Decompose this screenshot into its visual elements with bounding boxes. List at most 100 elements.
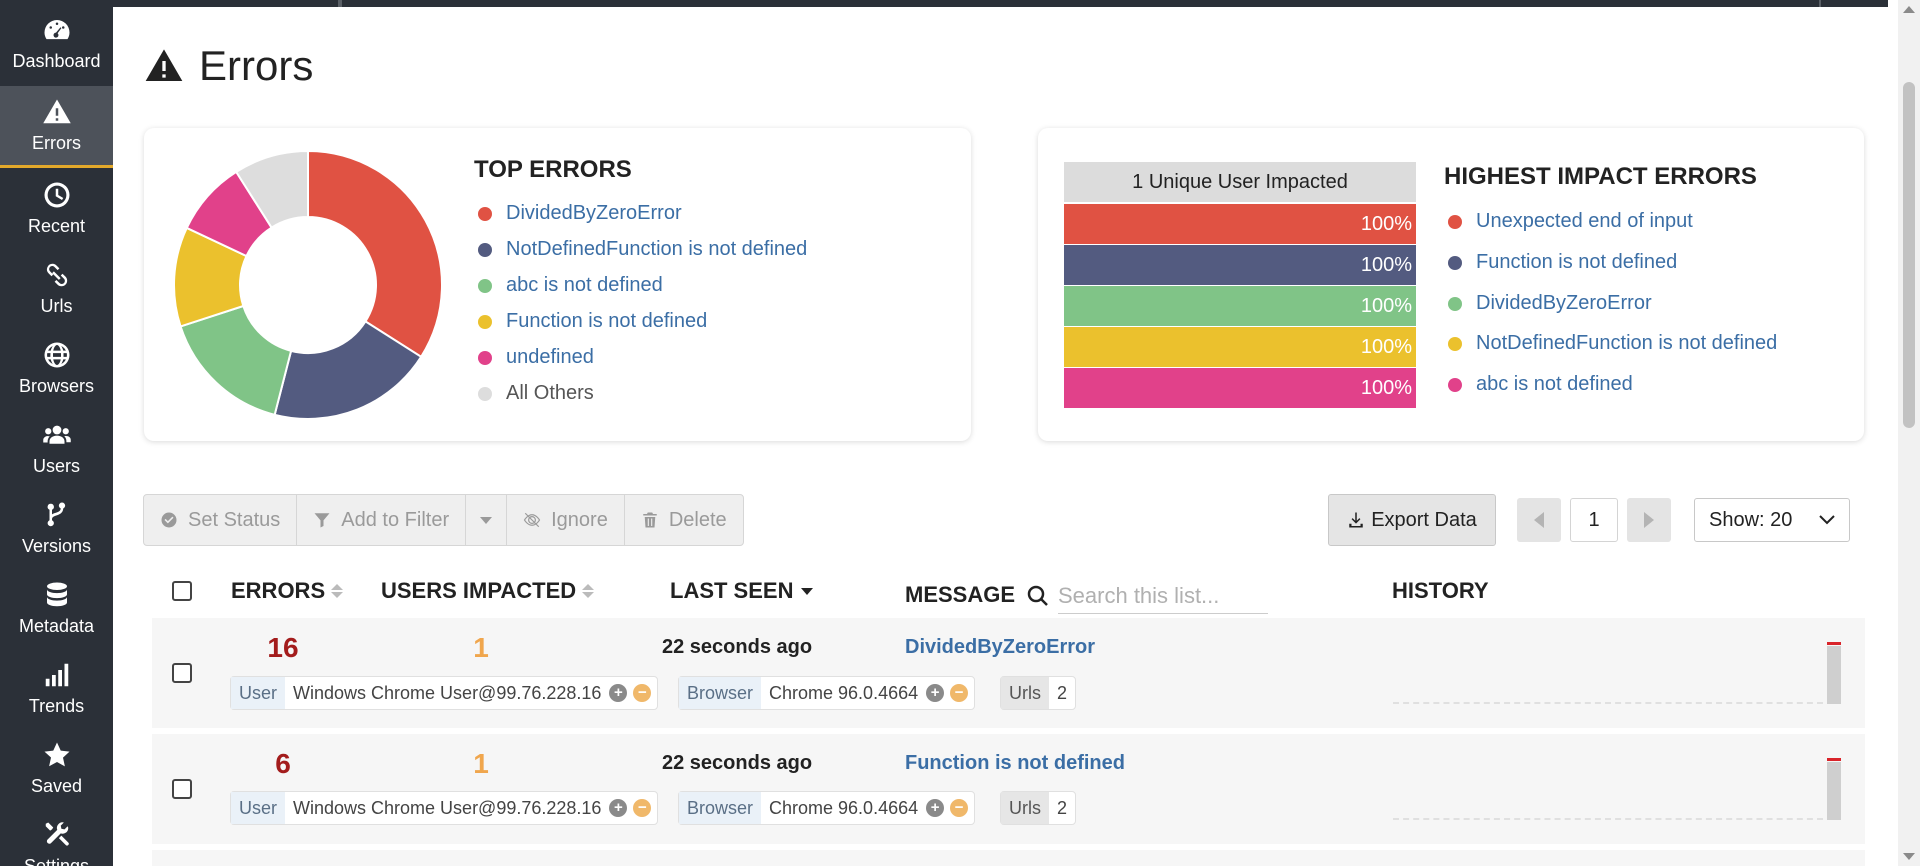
sidebar-item-errors[interactable]: Errors xyxy=(0,86,113,168)
legend-dot xyxy=(478,350,492,365)
add-filter-icon[interactable]: + xyxy=(926,799,945,817)
row-checkbox[interactable] xyxy=(172,779,192,799)
legend-label: abc is not defined xyxy=(1476,373,1633,395)
users-impacted-count: 1 xyxy=(473,632,489,663)
sidebar-item-versions[interactable]: Versions xyxy=(0,488,113,568)
urls-tag[interactable]: Urls 2 xyxy=(1000,676,1077,710)
impact-legend-item[interactable]: NotDefinedFunction is not defined xyxy=(1448,332,1777,355)
impact-legend-item[interactable]: DividedByZeroError xyxy=(1448,292,1652,315)
top-errors-legend-item[interactable]: DividedByZeroError xyxy=(478,202,682,225)
bulk-actions-toolbar: Set Status Add to Filter Ignore Delete xyxy=(143,494,744,546)
scroll-up-icon[interactable] xyxy=(1903,6,1915,13)
history-baseline xyxy=(1393,702,1823,704)
scrollbar-thumb[interactable] xyxy=(1903,82,1915,428)
impact-legend-item[interactable]: Unexpected end of input xyxy=(1448,210,1693,233)
sidebar-item-trends[interactable]: Trends xyxy=(0,648,113,728)
legend-dot xyxy=(478,206,492,221)
top-errors-legend-item[interactable]: undefined xyxy=(478,346,594,369)
tag-value: Chrome 96.0.4664 xyxy=(769,797,919,818)
export-data-button[interactable]: Export Data xyxy=(1328,494,1496,546)
legend-label: DividedByZeroError xyxy=(1476,292,1652,314)
table-row[interactable]: 16 1 22 seconds ago DividedByZeroError U… xyxy=(152,618,1865,728)
urls-tag[interactable]: Urls 2 xyxy=(1000,791,1077,825)
chevron-down-icon xyxy=(480,516,493,524)
chevron-left-icon xyxy=(1534,512,1544,528)
prev-page-button[interactable] xyxy=(1517,498,1561,542)
tag-key: User xyxy=(231,792,286,824)
sidebar-item-saved[interactable]: Saved xyxy=(0,728,113,808)
search-input[interactable] xyxy=(1058,578,1268,614)
delete-button[interactable]: Delete xyxy=(625,495,743,545)
donut-slice-0[interactable] xyxy=(307,150,443,359)
add-to-filter-dropdown-button[interactable] xyxy=(466,495,508,545)
ignore-button[interactable]: Ignore xyxy=(507,495,625,545)
error-count: 6 xyxy=(275,748,291,779)
top-errors-legend-item[interactable]: Function is not defined xyxy=(478,310,707,333)
delete-label: Delete xyxy=(668,508,727,531)
sidebar-item-label: Versions xyxy=(21,535,92,556)
tag-key: Browser xyxy=(679,792,762,824)
sidebar-item-browsers[interactable]: Browsers xyxy=(0,328,113,408)
legend-dot xyxy=(478,314,492,329)
top-errors-legend-item: All Others xyxy=(478,382,594,405)
page-size-select[interactable]: Show: 20 xyxy=(1694,498,1850,542)
top-errors-legend-item[interactable]: abc is not defined xyxy=(478,274,663,297)
error-message-link[interactable]: DividedByZeroError xyxy=(905,636,1095,659)
link-icon xyxy=(46,263,67,286)
column-header-last-seen[interactable]: LAST SEEN xyxy=(670,578,814,604)
page-title: Errors xyxy=(143,42,313,90)
sidebar-item-label: Metadata xyxy=(18,615,95,636)
legend-label: Unexpected end of input xyxy=(1476,210,1693,232)
impact-legend-item[interactable]: abc is not defined xyxy=(1448,373,1633,396)
donut-slice-2[interactable] xyxy=(179,304,293,417)
sidebar-item-recent[interactable]: Recent xyxy=(0,168,113,248)
sidebar-item-users[interactable]: Users xyxy=(0,408,113,488)
add-filter-icon[interactable]: + xyxy=(926,684,945,702)
exclude-filter-icon[interactable]: − xyxy=(633,684,652,702)
tag-value: 2 xyxy=(1057,797,1068,818)
column-header-users-impacted[interactable]: USERS IMPACTED xyxy=(381,578,595,604)
add-filter-icon[interactable]: + xyxy=(609,684,628,702)
last-seen: 22 seconds ago xyxy=(662,636,813,658)
page-number-input[interactable]: 1 xyxy=(1570,498,1618,542)
database-icon xyxy=(46,582,67,606)
star-icon xyxy=(44,742,69,766)
tag-key: Urls xyxy=(1001,677,1049,709)
tag-value: 2 xyxy=(1057,682,1068,703)
error-message-link[interactable]: Function is not defined xyxy=(905,752,1125,775)
set-status-button[interactable]: Set Status xyxy=(144,495,298,545)
top-errors-title: TOP ERRORS xyxy=(474,156,632,183)
sidebar-item-urls[interactable]: Urls xyxy=(0,248,113,328)
page-scrollbar[interactable] xyxy=(1898,0,1920,866)
row-checkbox[interactable] xyxy=(172,663,192,683)
exclude-filter-icon[interactable]: − xyxy=(950,684,969,702)
impact-legend-item[interactable]: Function is not defined xyxy=(1448,251,1677,274)
add-to-filter-button[interactable]: Add to Filter xyxy=(297,495,467,545)
exclude-filter-icon[interactable]: − xyxy=(633,799,652,817)
top-errors-legend-item[interactable]: NotDefinedFunction is not defined xyxy=(478,238,807,261)
sidebar-item-settings[interactable]: Settings xyxy=(0,808,113,866)
table-row[interactable]: 6 1 22 seconds ago Function is not defin… xyxy=(152,734,1865,844)
sidebar-item-dashboard[interactable]: Dashboard xyxy=(0,0,113,86)
scroll-down-icon[interactable] xyxy=(1903,853,1915,860)
last-seen: 22 seconds ago xyxy=(662,752,813,774)
exclude-filter-icon[interactable]: − xyxy=(950,799,969,817)
select-all-checkbox[interactable] xyxy=(172,581,192,601)
legend-label: Function is not defined xyxy=(506,310,708,332)
search-icon xyxy=(1027,585,1048,606)
add-to-filter-label: Add to Filter xyxy=(341,508,450,531)
tag-key: Urls xyxy=(1001,792,1049,824)
user-tag: User Windows Chrome User@99.76.228.16 + … xyxy=(230,676,659,710)
tag-key: Browser xyxy=(679,677,762,709)
history-baseline xyxy=(1393,818,1823,820)
sidebar-item-metadata[interactable]: Metadata xyxy=(0,568,113,648)
column-header-history: HISTORY xyxy=(1392,578,1489,603)
legend-label: NotDefinedFunction is not defined xyxy=(506,238,808,260)
column-header-errors[interactable]: ERRORS xyxy=(231,578,344,604)
impact-bar: 100% xyxy=(1064,245,1416,285)
user-tag: User Windows Chrome User@99.76.228.16 + … xyxy=(230,791,659,825)
tag-key: User xyxy=(231,677,286,709)
next-page-button[interactable] xyxy=(1627,498,1671,542)
table-row[interactable] xyxy=(152,850,1865,866)
add-filter-icon[interactable]: + xyxy=(609,799,628,817)
